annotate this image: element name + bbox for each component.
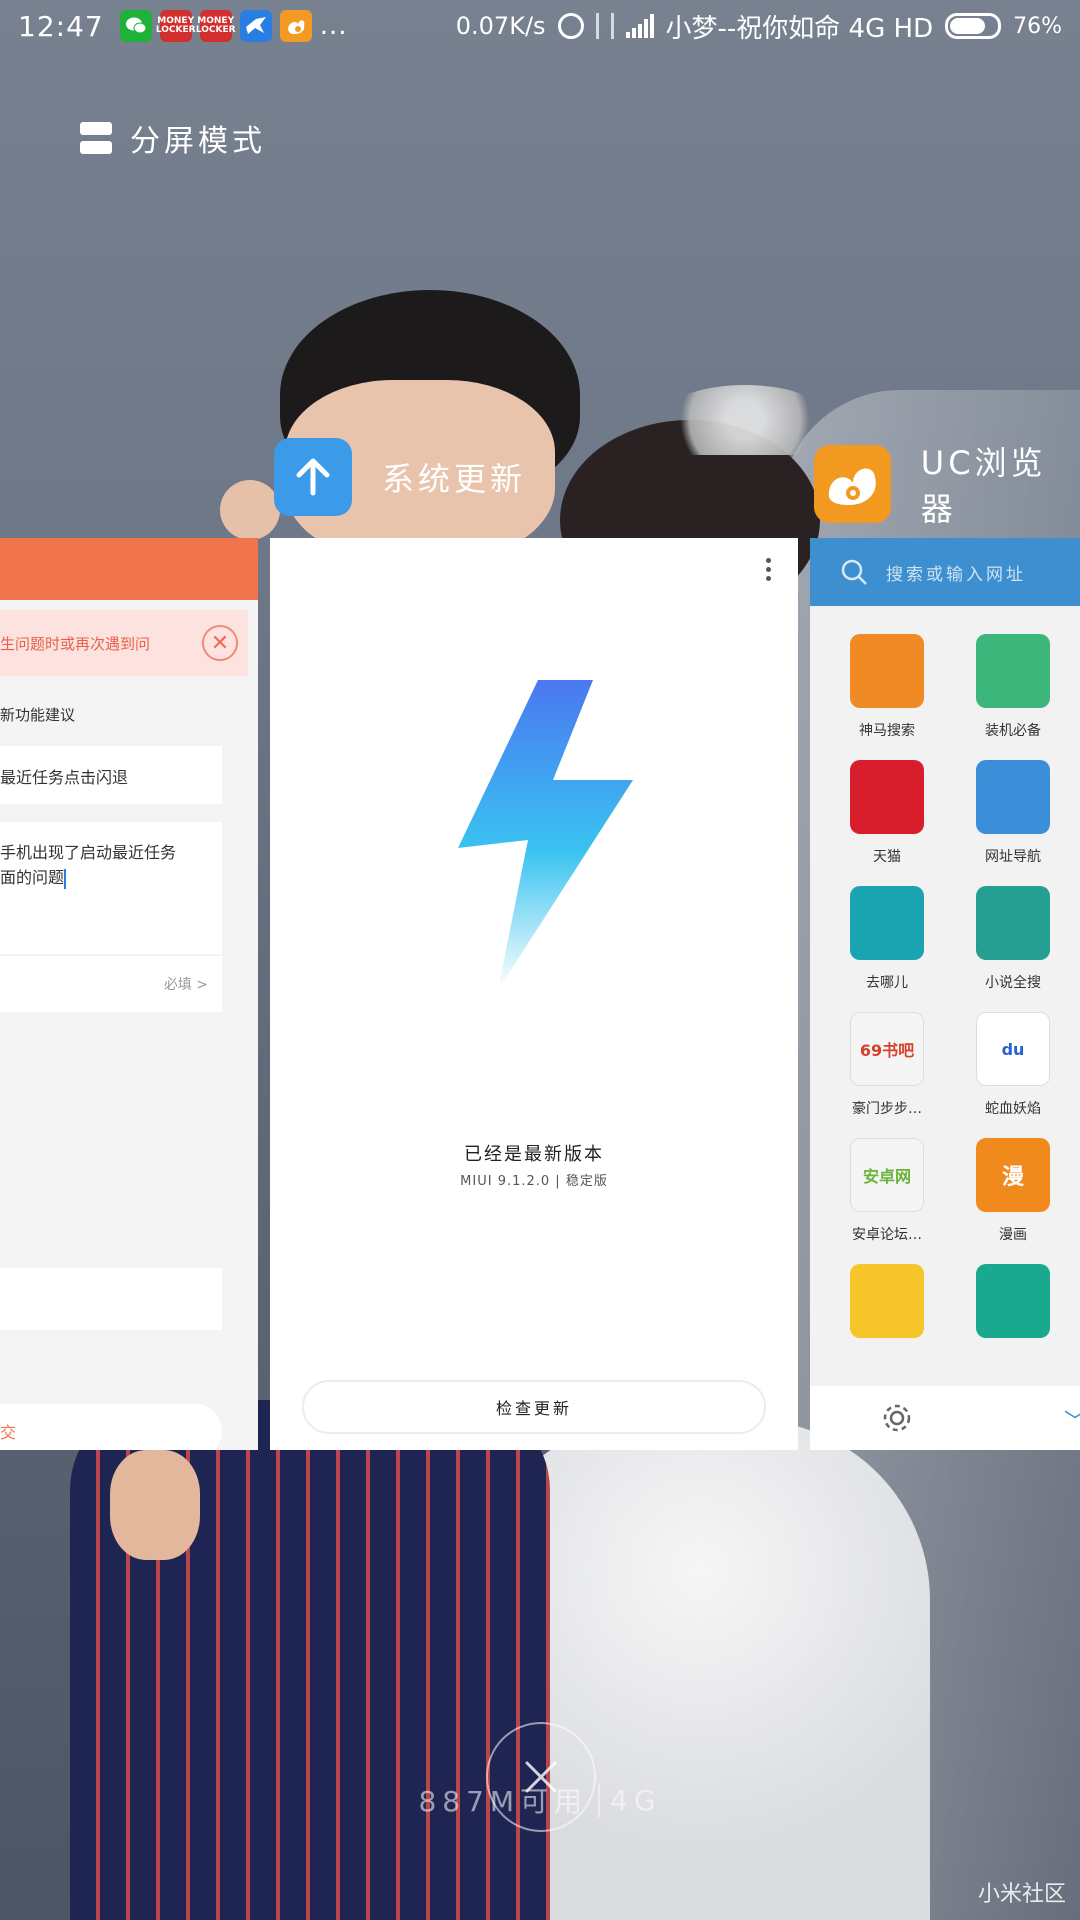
browser-app-label: 蛇血妖焰 <box>985 1101 1041 1117</box>
browser-app-label: 小说全搜 <box>985 975 1041 991</box>
browser-app-item[interactable]: 天猫 <box>824 760 950 866</box>
feedback-contact-field[interactable] <box>0 1268 222 1330</box>
status-right: 0.07K/s 小梦--祝你如命 4G HD 76% <box>456 8 1062 45</box>
battery-percent: 76% <box>1013 13 1062 39</box>
browser-app-label: 漫画 <box>999 1227 1027 1243</box>
location-icon <box>976 1264 1050 1338</box>
recent-card-feedback[interactable]: 生问题时或再次遇到问 ✕ 新功能建议 最近任务点击闪退 手机出现了启动最近任务 … <box>0 538 258 1450</box>
browser-app-item[interactable]: 神马搜索 <box>824 634 950 740</box>
69-book-icon: 69书吧 <box>850 1012 924 1086</box>
wallpaper-hand <box>110 1450 200 1560</box>
carrier-label: 小梦--祝你如命 4G HD <box>665 13 934 44</box>
recent-app-name: 系统更新 <box>382 460 527 498</box>
signal-icon <box>625 14 654 38</box>
browser-app-label: 安卓论坛… <box>852 1227 922 1243</box>
alpaca-icon <box>850 634 924 708</box>
recent-app-name: UC浏览器 <box>920 444 1047 528</box>
feedback-header <box>0 538 258 600</box>
check-update-button[interactable]: 检查更新 <box>302 1380 766 1434</box>
status-left: 12:47 MONEY LOCKER MONEY LOCKER ... <box>18 10 348 43</box>
wallpaper-ear <box>220 480 280 540</box>
smiley-icon <box>850 1264 924 1338</box>
browser-app-item[interactable]: 小说全搜 <box>950 886 1076 992</box>
wallpaper-tiara <box>660 385 830 455</box>
update-status-text: 已经是最新版本 <box>464 1144 604 1165</box>
close-icon[interactable]: ✕ <box>202 625 238 661</box>
compass-icon <box>976 760 1050 834</box>
uc-squirrel-icon <box>814 445 891 523</box>
split-screen-label: 分屏模式 <box>130 124 266 159</box>
browser-app-item[interactable]: 漫漫画 <box>950 1138 1076 1244</box>
book-icon <box>976 886 1050 960</box>
money-locker-icon: MONEY LOCKER <box>196 10 236 42</box>
browser-app-item[interactable]: 去哪儿 <box>824 886 950 992</box>
browser-app-item[interactable]: 装机必备 <box>950 634 1076 740</box>
bird-icon <box>239 10 272 42</box>
status-bar: 12:47 MONEY LOCKER MONEY LOCKER ... 0.07… <box>0 0 1080 52</box>
text-cursor <box>64 868 67 889</box>
browser-app-label: 神马搜索 <box>859 723 915 739</box>
browser-app-grid: 神马搜索 装机必备 天猫 网址导航 去哪儿 小说全搜 69书吧 豪门步步… du 蛇血妖焰 安卓网安… <box>810 606 1080 1350</box>
watermark: 小米社区 <box>977 1882 1066 1907</box>
feedback-title-field[interactable]: 最近任务点击闪退 <box>0 746 222 804</box>
browser-app-item[interactable]: 安卓网安卓论坛… <box>824 1138 950 1244</box>
money-locker-icon: MONEY LOCKER <box>156 10 196 42</box>
browser-app-label: 天猫 <box>873 849 901 865</box>
memory-status: 887M可用 4G <box>0 1780 1080 1820</box>
split-screen-button[interactable]: 分屏模式 <box>80 116 266 160</box>
more-menu-icon[interactable] <box>766 558 772 581</box>
search-placeholder: 搜索或输入网址 <box>886 564 1026 585</box>
browser-app-label: 装机必备 <box>985 723 1041 739</box>
wechat-icon <box>119 10 152 42</box>
browser-app-item[interactable]: 69书吧豪门步步… <box>824 1012 950 1118</box>
browser-app-label: 去哪儿 <box>866 975 908 991</box>
recent-card-update[interactable]: 已经是最新版本 MIUI 9.1.2.0 | 稳定版 检查更新 <box>270 538 798 1450</box>
feedback-type-label: 新功能建议 <box>0 706 76 724</box>
battery-icon <box>945 13 1002 39</box>
browser-app-item[interactable]: 网址导航 <box>950 760 1076 866</box>
arrow-up-icon <box>274 438 352 516</box>
clock: 12:47 <box>18 9 104 43</box>
browser-bottom-bar: ﹀ <box>810 1386 1080 1450</box>
recent-app-header-uc[interactable]: UC浏览器 <box>814 438 1080 530</box>
submit-button[interactable]: 交 <box>0 1404 222 1450</box>
recent-card-uc-browser[interactable]: 搜索或输入网址 神马搜索 装机必备 天猫 网址导航 去哪儿 小说全搜 69书吧 豪门步步… du… <box>810 538 1080 1450</box>
feedback-notice-text: 生问题时或再次遇到问 <box>0 634 151 653</box>
browser-app-item[interactable] <box>950 1264 1076 1350</box>
description-line: 面的问题 <box>0 868 67 889</box>
feedback-description-field[interactable]: 手机出现了启动最近任务 面的问题 <box>0 822 222 954</box>
network-speed: 0.07K/s <box>455 12 546 40</box>
feedback-notice: 生问题时或再次遇到问 ✕ <box>0 610 248 676</box>
split-screen-icon <box>80 122 112 154</box>
tmall-icon <box>850 760 924 834</box>
gear-icon[interactable] <box>880 1401 914 1435</box>
baidu-icon: du <box>976 1012 1050 1086</box>
shopping-bag-icon <box>976 634 1050 708</box>
camel-icon <box>850 886 924 960</box>
description-line: 手机出现了启动最近任务 <box>0 843 177 862</box>
memory-total: 4G <box>610 1783 662 1817</box>
uc-browser-icon <box>279 10 312 42</box>
chevron-down-icon[interactable]: ﹀ <box>1064 1404 1080 1436</box>
browser-app-label: 网址导航 <box>985 849 1041 865</box>
memory-divider <box>598 1783 601 1817</box>
feedback-required-row[interactable]: 必填 > <box>0 956 222 1012</box>
anzhuo-icon: 安卓网 <box>850 1138 924 1212</box>
browser-app-item[interactable]: du 蛇血妖焰 <box>950 1012 1076 1118</box>
browser-search-bar[interactable]: 搜索或输入网址 <box>810 538 1080 606</box>
lightning-icon <box>458 680 633 990</box>
manga-icon: 漫 <box>976 1138 1050 1212</box>
browser-app-item[interactable] <box>824 1264 950 1350</box>
search-icon <box>841 559 867 585</box>
browser-app-label: 豪门步步… <box>852 1101 922 1117</box>
data-arrows-icon <box>595 13 614 39</box>
alarm-icon <box>557 13 584 39</box>
memory-free: 887M可用 <box>418 1785 589 1818</box>
more-notifications-indicator: ... <box>319 11 348 41</box>
version-text: MIUI 9.1.2.0 | 稳定版 <box>460 1174 608 1189</box>
recent-app-header-update[interactable]: 系统更新 <box>274 438 526 516</box>
